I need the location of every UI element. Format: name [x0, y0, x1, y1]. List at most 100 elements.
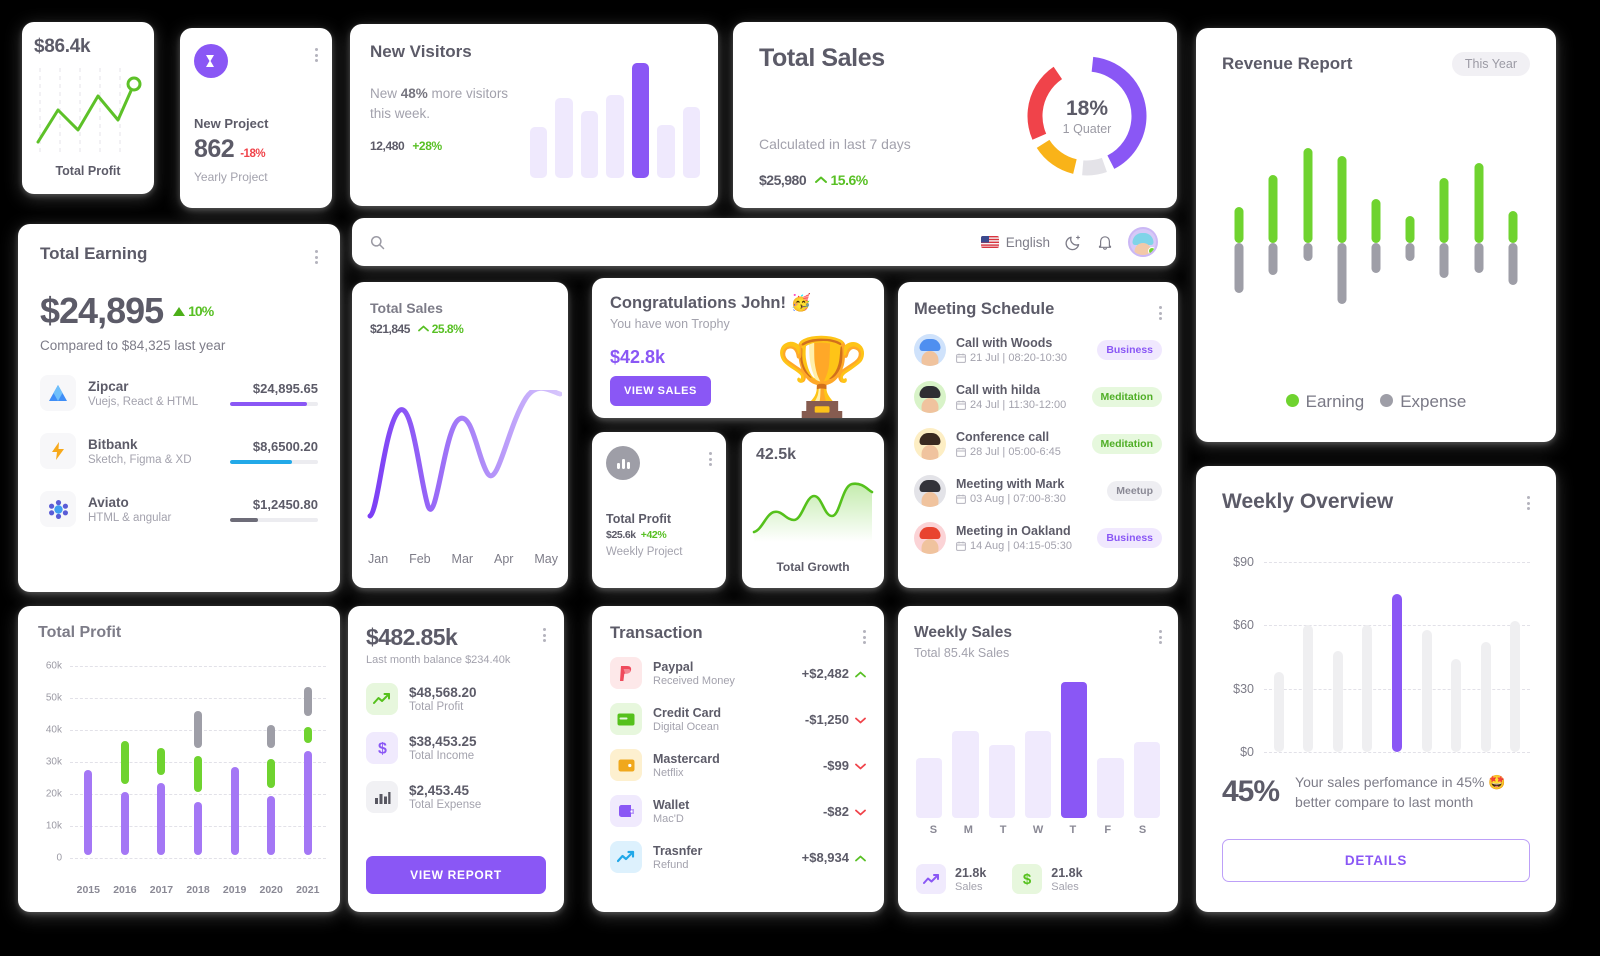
brand-logo-icon: [194, 44, 228, 78]
kebab-menu-icon[interactable]: [315, 250, 318, 264]
x-tick-label: T: [999, 824, 1007, 836]
kebab-menu-icon[interactable]: [1527, 496, 1530, 510]
earning-progress-fill: [230, 459, 292, 464]
profit-column: [253, 666, 290, 858]
new-project-subtitle: Yearly Project: [194, 170, 268, 184]
y-tick-label: 40k: [45, 724, 62, 736]
total-earning-title: Total Earning: [40, 244, 148, 263]
weekly-profit-title: Total Profit: [606, 512, 672, 526]
weekly-sales-stat-value: 21.8k: [955, 865, 987, 880]
new-visitors-bar-chart: [530, 63, 700, 178]
profit-segment: [267, 795, 276, 855]
balance-label: Total Profit: [409, 701, 464, 713]
transaction-sub: Digital Ocean: [653, 720, 720, 733]
overview-bar: [1451, 659, 1462, 752]
kebab-menu-icon[interactable]: [543, 628, 546, 642]
weekly-sales-bar: [988, 744, 1015, 818]
meeting-avatar: [914, 334, 946, 366]
balance-row: $48,568.20 Total Profit: [366, 683, 546, 715]
transaction-row-text: Credit Card Digital Ocean: [653, 706, 721, 733]
total-growth-card: 42.5k Total Growth: [742, 432, 884, 588]
overview-column: [1501, 562, 1531, 752]
revenue-column: [1325, 138, 1359, 348]
weekly-sales-title: Weekly Sales: [914, 624, 1012, 641]
balance-subtitle: Last month balance $234.40k: [366, 654, 511, 666]
total-earning-amount: $24,895: [40, 290, 164, 331]
kebab-menu-icon[interactable]: [1159, 630, 1162, 644]
sales-line-chart: [366, 385, 563, 522]
meeting-title: Conference call: [956, 430, 1050, 444]
expense-bar: [1474, 243, 1484, 274]
revenue-column: [1256, 138, 1290, 348]
profit-segment: [194, 755, 203, 793]
meeting-title: Call with hilda: [956, 383, 1041, 397]
total-profit-bar-card: Total Profit 0 10k 20k 30k 40k 50k 60k 2015 201…: [18, 606, 340, 912]
gridline: [70, 858, 326, 859]
congratulations-card: Congratulations John! 🥳 You have won Tro…: [592, 278, 884, 418]
visitor-bar: [682, 106, 700, 178]
kebab-menu-icon[interactable]: [315, 48, 318, 62]
chart-x-labels: 2015 2016 2017 2018 2019 2020 2021: [70, 884, 326, 896]
trend-up-icon: [916, 864, 946, 894]
meeting-row-text: Call with hilda 24 Jul | 11:30-12:00: [956, 383, 1066, 411]
earning-desc: Sketch, Figma & XD: [88, 453, 192, 466]
search-icon[interactable]: [370, 235, 385, 250]
earning-row-text: Bitbank Sketch, Figma & XD: [88, 437, 192, 466]
overview-column: [1412, 562, 1442, 752]
weekly-sales-card: Weekly Sales Total 85.4k Sales S M T W T F S 2…: [898, 606, 1178, 912]
chart-columns: [1264, 562, 1530, 752]
revenue-column: [1496, 138, 1530, 348]
balance-card: $482.85k Last month balance $234.40k $48…: [348, 606, 564, 912]
transaction-row-text: Wallet Mac'D: [653, 798, 689, 825]
earning-desc: HTML & angular: [88, 511, 172, 524]
congrats-title: Congratulations John! 🥳: [610, 294, 812, 312]
weekly-profit-value: $25.6k: [606, 529, 636, 541]
avatar-face: [921, 538, 939, 554]
weekly-overview-description: Your sales perfomance in 45% 🤩 better co…: [1295, 774, 1506, 811]
transaction-name: Trasnfer: [653, 843, 703, 858]
legend-earning-label: Earning: [1305, 392, 1365, 411]
sales-line-value-row: $21,845 25.8%: [370, 322, 550, 336]
earning-bar: [1474, 163, 1484, 243]
language-selector[interactable]: English: [980, 235, 1050, 250]
transaction-row-text: Trasnfer Refund: [653, 844, 702, 871]
profit-column: [70, 666, 107, 858]
profit-segment: [303, 686, 312, 716]
weekly-sales-bar: [1133, 741, 1160, 818]
bitbank-bolt-icon: [40, 433, 76, 469]
user-avatar[interactable]: [1128, 227, 1158, 257]
avatar-face: [921, 444, 939, 460]
earning-bar: [1439, 178, 1449, 243]
svg-text:$: $: [1023, 871, 1032, 887]
overview-bar: [1362, 625, 1373, 752]
view-report-button[interactable]: VIEW REPORT: [366, 856, 546, 894]
details-button[interactable]: DETAILS: [1222, 839, 1530, 882]
total-sales-donut-chart: 18% 1 Quater: [1023, 52, 1151, 180]
kebab-menu-icon[interactable]: [709, 452, 712, 466]
kebab-menu-icon[interactable]: [863, 630, 866, 644]
view-sales-button[interactable]: VIEW SALES: [610, 376, 711, 406]
mastercard-icon: [610, 749, 642, 781]
revenue-period-pill[interactable]: This Year: [1451, 52, 1530, 76]
x-tick-label: 2018: [186, 884, 210, 896]
earning-bar: [1337, 155, 1347, 243]
weekly-sales-bar: [1097, 758, 1124, 818]
top-search-bar: English: [352, 218, 1176, 266]
weekly-sales-stat-text: 21.8k Sales: [955, 866, 986, 893]
avatar-face: [921, 397, 939, 413]
earning-progress-fill: [230, 517, 259, 522]
expense-bar: [1508, 243, 1518, 285]
overview-bar: [1303, 625, 1314, 752]
y-tick-label: $90: [1233, 555, 1254, 569]
weekly-sales-stat-value: 21.8k: [1051, 865, 1083, 880]
search-input[interactable]: [397, 234, 981, 250]
kebab-menu-icon[interactable]: [1159, 306, 1162, 320]
bell-icon[interactable]: [1097, 234, 1113, 251]
y-tick-label: 10k: [45, 820, 62, 832]
calendar-icon: [956, 447, 966, 457]
moon-icon[interactable]: [1065, 234, 1082, 251]
balance-row-text: $48,568.20 Total Profit: [409, 685, 477, 713]
earning-name: Zipcar: [88, 378, 129, 394]
avatar-hair: [919, 339, 941, 352]
bar-chart-icon: [366, 781, 398, 813]
